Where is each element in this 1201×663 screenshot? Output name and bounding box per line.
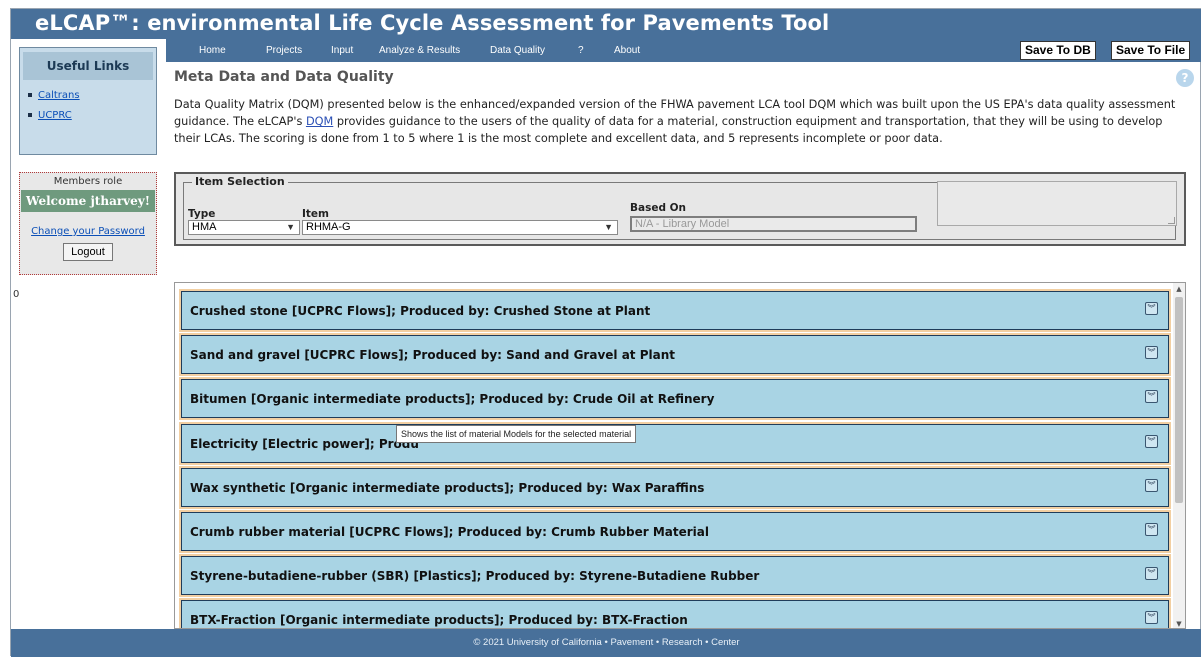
- nav-about[interactable]: About: [603, 39, 651, 62]
- chevron-down-icon: ▼: [604, 222, 613, 232]
- item-label: Item: [302, 208, 329, 220]
- based-on-field: N/A - Library Model: [630, 216, 917, 232]
- page-title: Meta Data and Data Quality: [174, 69, 394, 85]
- accordion-item[interactable]: Sand and gravel [UCPRC Flows]; Produced …: [181, 335, 1169, 374]
- ucprc-link[interactable]: UCPRC: [38, 110, 72, 121]
- expand-icon[interactable]: ︾: [1145, 611, 1158, 624]
- members-role-label: Members role: [53, 176, 123, 187]
- accordion-label: BTX-Fraction [Organic intermediate produ…: [190, 613, 688, 627]
- accordion-label: Electricity [Electric power]; Produ: [190, 437, 419, 451]
- main-content: Meta Data and Data Quality Data Quality …: [166, 62, 1201, 629]
- accordion-item[interactable]: Wax synthetic [Organic intermediate prod…: [181, 468, 1169, 507]
- scroll-down-icon[interactable]: ▼: [1173, 618, 1185, 628]
- accordion-label: Styrene-butadiene-rubber (SBR) [Plastics…: [190, 569, 760, 583]
- expand-icon[interactable]: ︾: [1145, 346, 1158, 359]
- list-item: Caltrans: [28, 88, 156, 108]
- expand-icon[interactable]: ︾: [1145, 567, 1158, 580]
- list-item: UCPRC: [28, 108, 156, 128]
- accordion-item[interactable]: Crushed stone [UCPRC Flows]; Produced by…: [181, 291, 1169, 330]
- bullet-icon: [28, 93, 32, 97]
- item-select[interactable]: RHMA-G ▼: [302, 220, 618, 235]
- nav-input[interactable]: Input: [320, 39, 364, 62]
- dqm-link[interactable]: DQM: [306, 115, 333, 128]
- sidebar: Useful Links Caltrans UCPRC Members role…: [11, 39, 166, 629]
- scroll-up-icon[interactable]: ▲: [1173, 283, 1185, 295]
- useful-links-list: Caltrans UCPRC: [20, 88, 156, 128]
- logout-button[interactable]: Logout: [63, 243, 113, 261]
- material-list: Crushed stone [UCPRC Flows]; Produced by…: [174, 282, 1186, 629]
- footer: © 2021 University of California • Paveme…: [11, 629, 1201, 657]
- accordion-label: Bitumen [Organic intermediate products];…: [190, 392, 715, 406]
- accordion-item[interactable]: Electricity [Electric power]; Produ ︾: [181, 424, 1169, 463]
- app-header: eLCAP™: environmental Life Cycle Assessm…: [11, 9, 1201, 39]
- useful-links-panel: Useful Links Caltrans UCPRC: [19, 47, 157, 155]
- useful-links-title: Useful Links: [23, 52, 153, 80]
- members-panel: Members role Welcome jtharvey! Change yo…: [19, 172, 157, 275]
- item-selection-fieldset: Item Selection Type HMA ▼ Item RHMA-G ▼ …: [183, 175, 1177, 240]
- based-on-placeholder: N/A - Library Model: [635, 218, 730, 230]
- nav-analyze-results[interactable]: Analyze & Results: [368, 39, 471, 62]
- app-title: eLCAP™: environmental Life Cycle Assessm…: [35, 11, 830, 35]
- accordion-label: Crushed stone [UCPRC Flows]; Produced by…: [190, 304, 651, 318]
- accordion-item[interactable]: BTX-Fraction [Organic intermediate produ…: [181, 600, 1169, 628]
- expand-icon[interactable]: ︾: [1145, 479, 1158, 492]
- type-select[interactable]: HMA ▼: [188, 220, 300, 235]
- expand-icon[interactable]: ︾: [1145, 523, 1158, 536]
- scroll-thumb[interactable]: [1175, 297, 1183, 503]
- list-scrollbar[interactable]: ▲ ▼: [1173, 283, 1185, 628]
- accordion-label: Crumb rubber material [UCPRC Flows]; Pro…: [190, 525, 709, 539]
- main-nav: Home Projects Input Analyze & Results Da…: [166, 39, 1201, 62]
- save-to-file-button[interactable]: Save To File: [1111, 41, 1191, 60]
- based-on-label: Based On: [630, 202, 687, 214]
- app-window: eLCAP™: environmental Life Cycle Assessm…: [10, 8, 1201, 657]
- stray-text: 0: [13, 289, 20, 300]
- accordion-item[interactable]: Bitumen [Organic intermediate products];…: [181, 379, 1169, 418]
- type-label: Type: [188, 208, 216, 220]
- nav-help[interactable]: ?: [567, 39, 595, 62]
- accordion-item[interactable]: Crumb rubber material [UCPRC Flows]; Pro…: [181, 512, 1169, 551]
- nav-data-quality[interactable]: Data Quality: [479, 39, 556, 62]
- item-selection-legend: Item Selection: [192, 175, 288, 188]
- intro-paragraph: Data Quality Matrix (DQM) presented belo…: [174, 96, 1186, 147]
- notes-textarea[interactable]: [937, 181, 1177, 226]
- accordion-item[interactable]: Styrene-butadiene-rubber (SBR) [Plastics…: [181, 556, 1169, 595]
- tooltip: Shows the list of material Models for th…: [396, 425, 637, 443]
- nav-home[interactable]: Home: [188, 39, 237, 62]
- expand-icon[interactable]: ︾: [1145, 302, 1158, 315]
- expand-icon[interactable]: ︾: [1145, 390, 1158, 403]
- accordion-label: Sand and gravel [UCPRC Flows]; Produced …: [190, 348, 675, 362]
- type-select-value: HMA: [192, 221, 217, 233]
- bullet-icon: [28, 113, 32, 117]
- nav-projects[interactable]: Projects: [255, 39, 313, 62]
- resize-grip-icon[interactable]: [1168, 217, 1175, 224]
- caltrans-link[interactable]: Caltrans: [38, 90, 80, 101]
- change-password-link[interactable]: Change your Password: [20, 226, 156, 237]
- item-selection-panel: Item Selection Type HMA ▼ Item RHMA-G ▼ …: [174, 172, 1186, 246]
- accordion-label: Wax synthetic [Organic intermediate prod…: [190, 481, 705, 495]
- item-select-value: RHMA-G: [306, 221, 351, 233]
- chevron-down-icon: ▼: [286, 222, 295, 232]
- save-to-db-button[interactable]: Save To DB: [1020, 41, 1096, 60]
- expand-icon[interactable]: ︾: [1145, 435, 1158, 448]
- welcome-message: Welcome jtharvey!: [21, 190, 155, 212]
